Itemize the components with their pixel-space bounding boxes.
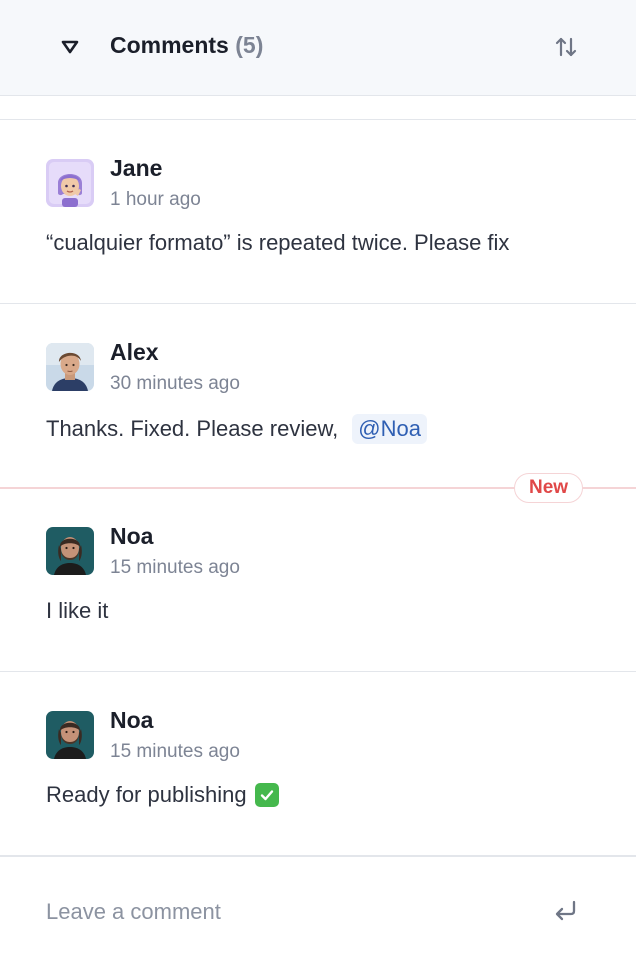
enter-return-icon[interactable]: [550, 895, 582, 927]
comments-count: (5): [235, 32, 264, 58]
comment-author: Alex: [110, 339, 159, 365]
avatar[interactable]: [46, 159, 94, 207]
comment-timestamp: 15 minutes ago: [110, 741, 240, 762]
comment-item: Noa 15 minutes ago I like it: [0, 488, 636, 672]
comment-author: Noa: [110, 707, 154, 733]
comment-text: “cualquier formato” is repeated twice. P…: [46, 230, 510, 255]
comment-body: “cualquier formato” is repeated twice. P…: [46, 230, 509, 256]
comment-item: Alex 30 minutes ago Thanks. Fixed. Pleas…: [0, 304, 636, 488]
comment-timestamp: 1 hour ago: [110, 189, 201, 210]
comments-header: Comments (5): [0, 0, 636, 96]
comment-composer: [0, 856, 636, 967]
comment-body: Ready for publishing: [46, 782, 279, 808]
comments-title-label: Comments: [110, 32, 229, 58]
check-mark-icon: [254, 783, 279, 807]
comment-item: Noa 15 minutes ago Ready for publishing: [0, 672, 636, 856]
comment-body: I like it: [46, 598, 108, 624]
comment-author: Noa: [110, 523, 154, 549]
comment-text: I like it: [46, 598, 109, 623]
comment-text: Ready for publishing: [46, 782, 247, 807]
comment-body: Thanks. Fixed. Please review, @Noa: [46, 414, 427, 444]
triangle-down-icon[interactable]: [58, 37, 82, 57]
comment-text: Thanks. Fixed. Please review,: [46, 416, 339, 441]
mention-chip[interactable]: @Noa: [352, 414, 427, 444]
comment-timestamp: 30 minutes ago: [110, 373, 240, 394]
sort-arrows-icon[interactable]: [550, 31, 582, 63]
comment-author: Jane: [110, 155, 163, 181]
avatar[interactable]: [46, 343, 94, 391]
comment-input[interactable]: [46, 895, 506, 929]
avatar[interactable]: [46, 711, 94, 759]
comment-item: Jane 1 hour ago “cualquier formato” is r…: [0, 120, 636, 304]
comment-timestamp: 15 minutes ago: [110, 557, 240, 578]
comments-title: Comments (5): [110, 32, 263, 59]
avatar[interactable]: [46, 527, 94, 575]
